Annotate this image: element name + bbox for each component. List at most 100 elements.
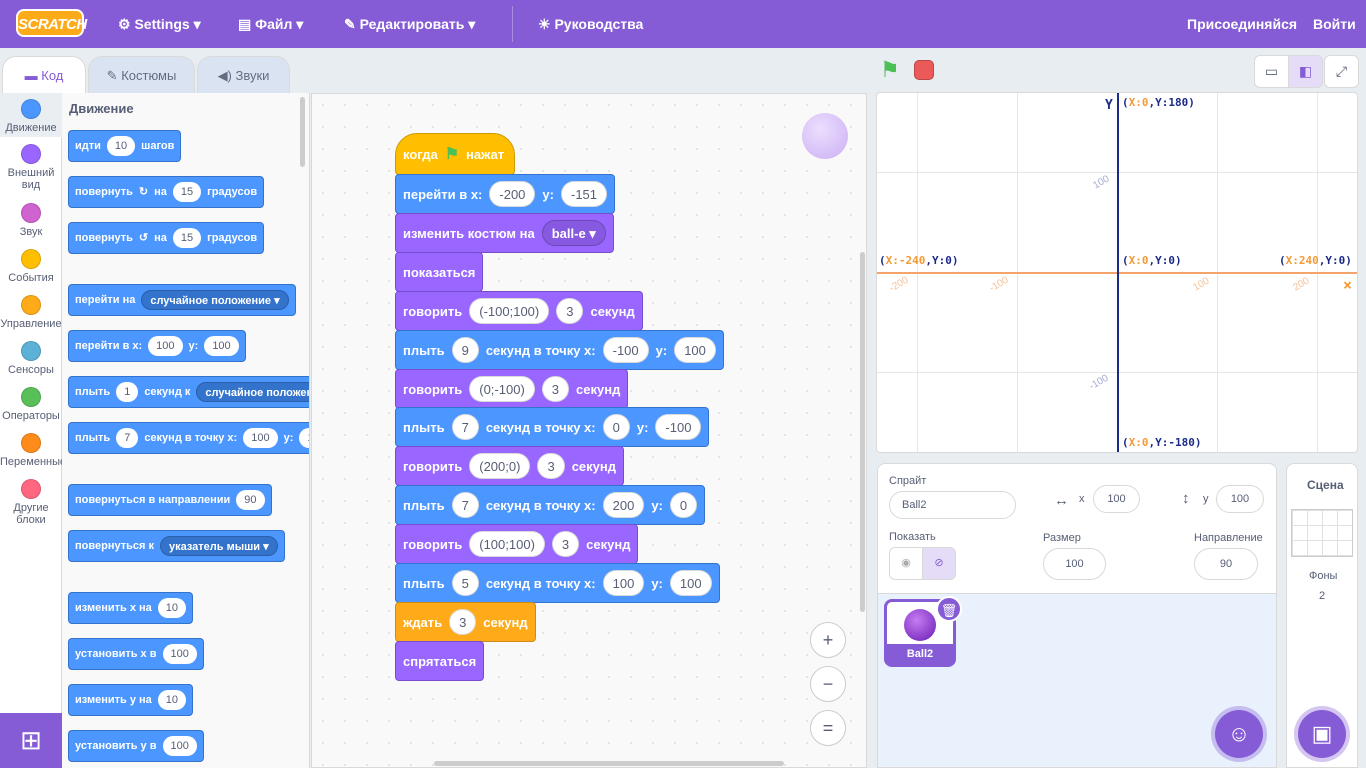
script-say-for[interactable]: говорить (100;100) 3 секунд: [395, 524, 639, 564]
block-input[interactable]: 90: [236, 490, 265, 510]
script-vertical-scrollbar[interactable]: [860, 252, 865, 612]
edit-menu[interactable]: ✎ Редактировать ▾: [344, 14, 475, 34]
palette-scrollbar[interactable]: [300, 97, 305, 167]
block-input[interactable]: -200: [489, 181, 536, 207]
stage[interactable]: Y × (X:0,Y:180) (X:0,Y:-180) (X:-240,Y:0…: [876, 92, 1358, 453]
block-goto-random[interactable]: перейти на случайное положение ▾: [68, 284, 296, 316]
category-events[interactable]: События: [0, 249, 62, 284]
block-input[interactable]: (100;100): [469, 531, 545, 557]
script-glide-xy[interactable]: плыть 5 секунд в точку x: 100 y: 100: [395, 563, 720, 603]
sprite-direction-input[interactable]: 90: [1194, 548, 1258, 580]
block-input[interactable]: 7: [451, 492, 479, 518]
block-dropdown[interactable]: случайное положение: [196, 382, 309, 402]
block-input[interactable]: 100: [299, 428, 309, 448]
block-input[interactable]: 100: [243, 428, 278, 448]
join-button[interactable]: Присоединяйся: [1187, 14, 1297, 34]
block-input[interactable]: 10: [157, 690, 187, 710]
block-change-x[interactable]: изменить x на 10: [68, 592, 194, 624]
tutorials-button[interactable]: ☀ Руководства: [538, 14, 643, 34]
block-input[interactable]: 9: [451, 337, 479, 363]
script-say-for[interactable]: говорить (-100;100) 3 секунд: [395, 291, 643, 331]
block-input[interactable]: 3: [541, 376, 570, 402]
block-input[interactable]: 100: [674, 337, 716, 363]
block-dropdown[interactable]: ball-e ▾: [541, 220, 606, 246]
category-looks[interactable]: Внешний вид: [0, 144, 62, 191]
stop-button[interactable]: [914, 60, 934, 80]
block-input[interactable]: 100: [148, 336, 183, 356]
scratch-logo[interactable]: SCRATCH: [16, 9, 87, 37]
signin-button[interactable]: Войти: [1313, 14, 1356, 34]
show-hidden-button[interactable]: ⊘: [922, 547, 956, 580]
file-menu[interactable]: ▤ Файл ▾: [238, 14, 303, 34]
category-motion[interactable]: Движение: [0, 93, 62, 137]
block-change-y[interactable]: изменить y на 10: [68, 684, 194, 716]
block-input[interactable]: 10: [106, 136, 136, 156]
block-goto-xy[interactable]: перейти в x: 100 y: 100: [68, 330, 246, 362]
script-switch-costume[interactable]: изменить костюм на ball-e ▾: [395, 213, 614, 253]
block-input[interactable]: 100: [204, 336, 239, 356]
script-show[interactable]: показаться: [395, 252, 484, 292]
block-input[interactable]: (200;0): [469, 453, 531, 479]
category-sound[interactable]: Звук: [0, 203, 62, 238]
green-flag-button[interactable]: ⚑: [880, 59, 904, 81]
block-move-steps[interactable]: идти 10 шагов: [68, 130, 182, 162]
block-input[interactable]: 100: [669, 570, 712, 596]
zoom-reset-button[interactable]: =: [810, 710, 846, 746]
category-variables[interactable]: Переменные: [0, 433, 66, 468]
block-input[interactable]: (-100;100): [469, 298, 550, 324]
category-sensing[interactable]: Сенсоры: [0, 341, 62, 376]
script-wait[interactable]: ждать 3 секунд: [395, 602, 536, 642]
tab-costumes[interactable]: ✎ Костюмы: [88, 56, 195, 94]
sprite-y-input[interactable]: 100: [1216, 485, 1264, 513]
block-input[interactable]: 7: [451, 414, 479, 440]
block-input[interactable]: 100: [162, 644, 197, 664]
fullscreen-button[interactable]: ⤢: [1324, 55, 1359, 88]
category-operators[interactable]: Операторы: [0, 387, 62, 422]
settings-menu[interactable]: ⚙ Settings ▾: [118, 14, 201, 34]
sprite-x-input[interactable]: 100: [1093, 485, 1140, 513]
script-horizontal-scrollbar[interactable]: [434, 761, 784, 766]
add-sprite-button[interactable]: ☺: [1215, 710, 1263, 758]
script-glide-xy[interactable]: плыть 7 секунд в точку x: 0 y: -100: [395, 407, 710, 447]
block-point-towards[interactable]: повернуться к указатель мыши ▾: [68, 530, 285, 562]
show-visible-button[interactable]: ◉: [889, 547, 923, 580]
add-backdrop-button[interactable]: ▣: [1298, 710, 1346, 758]
script-say-for[interactable]: говорить (0;-100) 3 секунд: [395, 369, 629, 409]
add-extension-button[interactable]: ⊞: [0, 713, 62, 768]
block-input[interactable]: 10: [157, 598, 187, 618]
block-input[interactable]: 100: [162, 736, 197, 756]
zoom-out-button[interactable]: −: [810, 666, 846, 702]
zoom-in-button[interactable]: +: [810, 622, 846, 658]
category-my-blocks[interactable]: Другие блоки: [0, 479, 62, 526]
block-input[interactable]: 3: [537, 453, 565, 479]
block-set-y[interactable]: установить y в 100: [68, 730, 204, 762]
script-glide-xy[interactable]: плыть 7 секунд в точку x: 200 y: 0: [395, 485, 706, 525]
block-input[interactable]: -100: [602, 337, 649, 363]
block-input[interactable]: 5: [451, 570, 479, 596]
block-input[interactable]: 200: [602, 492, 645, 518]
block-set-x[interactable]: установить x в 100: [68, 638, 204, 670]
block-turn-left[interactable]: повернуть ↺ на 15 градусов: [68, 222, 265, 254]
block-input[interactable]: 1: [116, 382, 139, 402]
block-input[interactable]: 3: [551, 531, 580, 557]
small-stage-button[interactable]: ▭: [1254, 55, 1289, 88]
script-glide-xy[interactable]: плыть 9 секунд в точку x: -100 y: 100: [395, 330, 724, 370]
block-input[interactable]: (0;-100): [469, 376, 535, 402]
large-stage-button[interactable]: ◧: [1288, 55, 1323, 88]
block-input[interactable]: 3: [449, 609, 477, 635]
delete-sprite-button[interactable]: 🗑: [936, 596, 962, 622]
block-input[interactable]: 0: [669, 492, 698, 518]
block-point-direction[interactable]: повернуться в направлении 90: [68, 484, 272, 516]
block-dropdown[interactable]: указатель мыши ▾: [159, 536, 278, 556]
category-control[interactable]: Управление: [0, 295, 62, 330]
tab-sounds[interactable]: ◀) Звуки: [197, 56, 290, 94]
block-turn-right[interactable]: повернуть ↻ на 15 градусов: [68, 176, 265, 208]
block-input[interactable]: 7: [116, 428, 139, 448]
script-hat-when-flag[interactable]: когда ⚑ нажат: [395, 133, 515, 175]
sprite-name-input[interactable]: Ball2: [889, 491, 1016, 519]
block-input[interactable]: 15: [172, 228, 202, 248]
block-input[interactable]: 15: [172, 182, 202, 202]
sprite-size-input[interactable]: 100: [1043, 548, 1106, 580]
block-glide-xy[interactable]: плыть 7 секунд в точку x: 100 y: 100: [68, 422, 309, 454]
block-glide-to[interactable]: плыть 1 секунд к случайное положение: [68, 376, 309, 408]
